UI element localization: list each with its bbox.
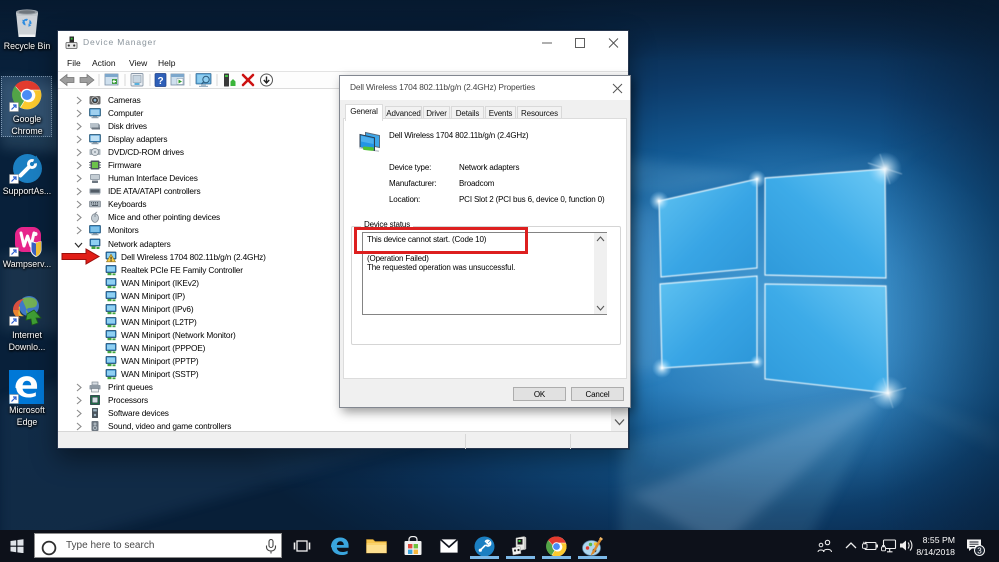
svg-text:?: ?	[157, 76, 163, 87]
svg-text:3: 3	[977, 547, 982, 556]
